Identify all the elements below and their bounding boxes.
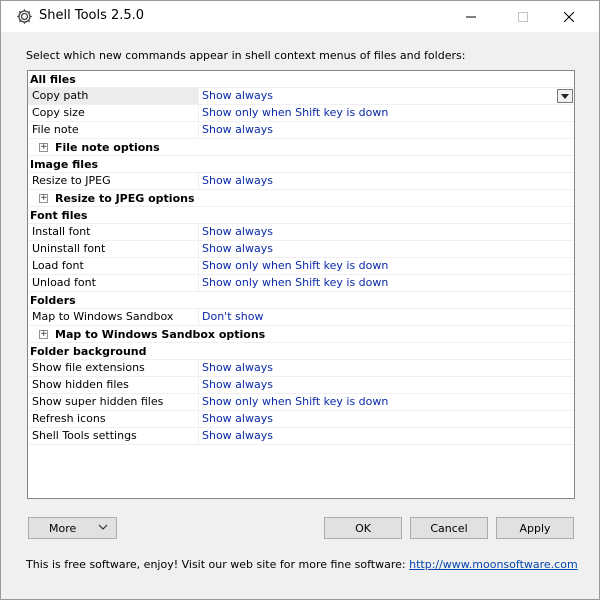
close-button[interactable] <box>546 1 592 32</box>
row-name: Resize to JPEG <box>28 173 199 189</box>
category-image-files: Image files <box>28 156 574 173</box>
title-bar[interactable]: Shell Tools 2.5.0 <box>1 1 599 32</box>
expand-icon[interactable]: + <box>39 330 48 339</box>
apply-button[interactable]: Apply <box>496 517 574 539</box>
grid-row-uninstall-font[interactable]: Uninstall font Show always <box>28 241 574 258</box>
grid-row-show-file-extensions[interactable]: Show file extensions Show always <box>28 360 574 377</box>
subgroup-resize-to-jpeg-options[interactable]: + Resize to JPEG options <box>28 190 574 207</box>
grid-row-file-note[interactable]: File note Show always <box>28 122 574 139</box>
grid-row-shell-tools-settings[interactable]: Shell Tools settings Show always <box>28 428 574 445</box>
category-folders: Folders <box>28 292 574 309</box>
row-name: Unload font <box>28 275 199 291</box>
row-name: Show file extensions <box>28 360 199 376</box>
main-window: Shell Tools 2.5.0 Select which new comma… <box>0 0 600 600</box>
grid-row-show-super-hidden-files[interactable]: Show super hidden files Show only when S… <box>28 394 574 411</box>
grid-row-copy-size[interactable]: Copy size Show only when Shift key is do… <box>28 105 574 122</box>
subgroup-file-note-options[interactable]: + File note options <box>28 139 574 156</box>
window-title: Shell Tools 2.5.0 <box>39 8 145 23</box>
row-value[interactable]: Show always <box>199 88 574 104</box>
row-name: Map to Windows Sandbox <box>28 309 199 325</box>
row-name: Copy path <box>28 88 199 104</box>
close-icon <box>564 11 574 22</box>
website-link[interactable]: http://www.moonsoftware.com <box>409 558 578 571</box>
apply-button-label: Apply <box>519 521 551 535</box>
gear-icon <box>16 8 33 25</box>
category-font-files: Font files <box>28 207 574 224</box>
chevron-down-icon <box>561 93 569 99</box>
row-value[interactable]: Show always <box>199 173 574 189</box>
row-value[interactable]: Show always <box>199 241 574 257</box>
grid-row-refresh-icons[interactable]: Refresh icons Show always <box>28 411 574 428</box>
row-value[interactable]: Show only when Shift key is down <box>199 105 574 121</box>
more-button[interactable]: More <box>28 517 117 539</box>
row-name: Shell Tools settings <box>28 428 199 444</box>
subgroup-label: Resize to JPEG options <box>55 192 195 205</box>
instructions-label: Select which new commands appear in shel… <box>26 49 466 62</box>
expand-icon[interactable]: + <box>39 194 48 203</box>
row-value[interactable]: Show always <box>199 377 574 393</box>
row-name: File note <box>28 122 199 138</box>
category-all-files: All files <box>28 71 574 88</box>
maximize-button <box>500 1 546 32</box>
minimize-icon <box>466 16 476 17</box>
row-name: Install font <box>28 224 199 240</box>
footer: This is free software, enjoy! Visit our … <box>26 558 578 571</box>
grid-row-unload-font[interactable]: Unload font Show only when Shift key is … <box>28 275 574 292</box>
row-value-text: Show always <box>202 89 273 102</box>
maximize-icon <box>518 11 528 22</box>
row-name: Load font <box>28 258 199 274</box>
row-value[interactable]: Show only when Shift key is down <box>199 275 574 291</box>
row-value[interactable]: Show always <box>199 411 574 427</box>
grid-row-map-to-windows-sandbox[interactable]: Map to Windows Sandbox Don't show <box>28 309 574 326</box>
grid-row-copy-path[interactable]: Copy path Show always <box>28 88 574 105</box>
commands-grid[interactable]: All files Copy path Show always Copy siz… <box>27 70 575 499</box>
dropdown-button[interactable] <box>557 89 573 103</box>
category-folder-background: Folder background <box>28 343 574 360</box>
grid-row-resize-to-jpeg[interactable]: Resize to JPEG Show always <box>28 173 574 190</box>
grid-row-load-font[interactable]: Load font Show only when Shift key is do… <box>28 258 574 275</box>
row-value[interactable]: Show always <box>199 428 574 444</box>
row-value[interactable]: Don't show <box>199 309 574 325</box>
minimize-button[interactable] <box>448 1 494 32</box>
row-name: Copy size <box>28 105 199 121</box>
ok-button-label: OK <box>355 521 371 535</box>
grid-row-install-font[interactable]: Install font Show always <box>28 224 574 241</box>
cancel-button[interactable]: Cancel <box>410 517 488 539</box>
subgroup-label: Map to Windows Sandbox options <box>55 328 266 341</box>
ok-button[interactable]: OK <box>324 517 402 539</box>
row-name: Refresh icons <box>28 411 199 427</box>
row-value[interactable]: Show only when Shift key is down <box>199 258 574 274</box>
row-name: Show hidden files <box>28 377 199 393</box>
subgroup-label: File note options <box>55 141 160 154</box>
footer-text: This is free software, enjoy! Visit our … <box>26 558 410 571</box>
more-button-label: More <box>49 521 77 535</box>
row-name: Show super hidden files <box>28 394 199 410</box>
row-value[interactable]: Show always <box>199 360 574 376</box>
grid-row-show-hidden-files[interactable]: Show hidden files Show always <box>28 377 574 394</box>
row-value[interactable]: Show always <box>199 224 574 240</box>
row-value[interactable]: Show always <box>199 122 574 138</box>
chevron-down-icon <box>98 522 108 535</box>
row-name: Uninstall font <box>28 241 199 257</box>
row-value[interactable]: Show only when Shift key is down <box>199 394 574 410</box>
cancel-button-label: Cancel <box>430 521 468 535</box>
expand-icon[interactable]: + <box>39 143 48 152</box>
subgroup-map-to-windows-sandbox-options[interactable]: + Map to Windows Sandbox options <box>28 326 574 343</box>
